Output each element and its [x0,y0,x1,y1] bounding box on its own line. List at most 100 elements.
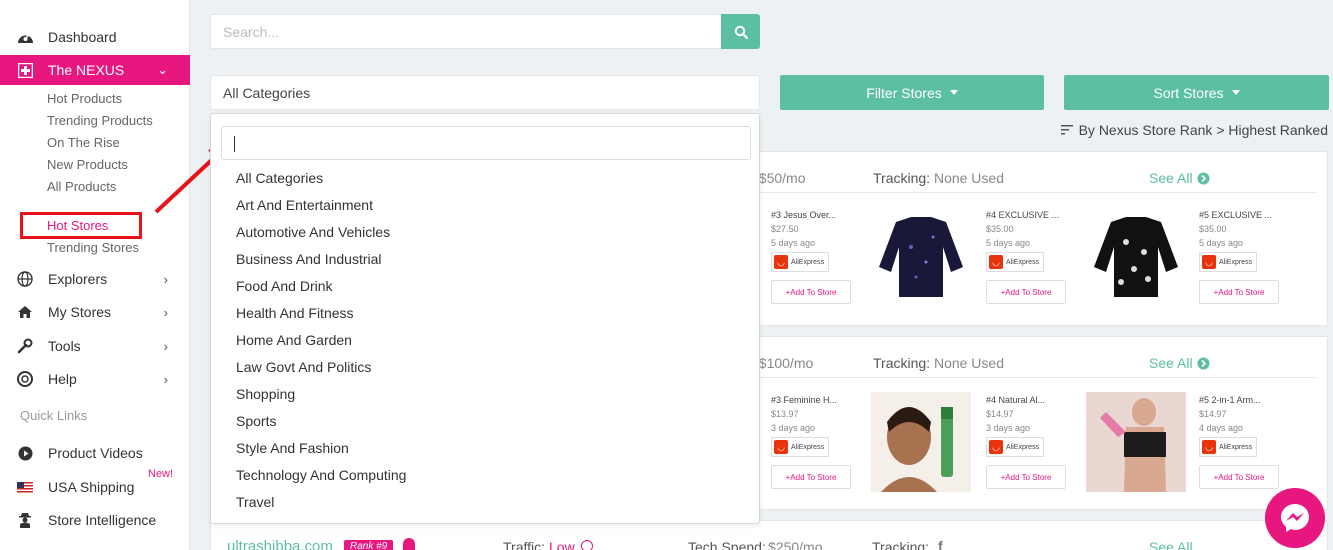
sub-on-the-rise[interactable]: On The Rise [47,134,120,152]
category-option[interactable]: Automotive And Vehicles [236,222,390,242]
nav-product-videos[interactable]: Product Videos [0,438,190,468]
nav-label: The NEXUS [48,62,125,78]
aliexpress-icon: ◡ [1202,440,1216,454]
add-to-store-button[interactable]: + Add To Store [1199,280,1279,304]
nav-help[interactable]: Help › [0,364,190,394]
category-option[interactable]: Shopping [236,384,295,404]
category-option[interactable]: Home And Garden [236,330,352,350]
search-input[interactable]: Search... [210,14,722,49]
add-to-store-button[interactable]: + Add To Store [771,280,851,304]
category-option[interactable]: Art And Entertainment [236,195,373,215]
nav-store-intelligence[interactable]: Store Intelligence [0,505,190,535]
see-all-link[interactable]: See All [1149,170,1210,186]
nav-usa-shipping[interactable]: USA Shipping [0,472,190,502]
home-icon [16,303,34,321]
sub-trending-products[interactable]: Trending Products [47,112,153,130]
store-card-partial: ultrashibba.com Rank #9 Traffic: Low Tec… [210,520,1328,550]
aliexpress-badge: ◡ AliExpress [1199,437,1257,457]
category-filter-input[interactable] [221,126,751,160]
product-date: 3 days ago [986,423,1031,433]
info-icon[interactable] [581,540,593,550]
product-image[interactable] [1086,392,1186,492]
aliexpress-badge: ◡ AliExpress [986,437,1044,457]
tech-spend-label: Tech Spend: [688,539,766,550]
see-all-link[interactable]: See All [1149,355,1210,371]
search-icon [734,25,748,39]
nav-tools[interactable]: Tools › [0,331,190,361]
add-to-store-button[interactable]: + Add To Store [1199,465,1279,489]
product-name: #5 2-in-1 Arm... [1199,395,1261,405]
category-option[interactable]: Law Govt And Politics [236,357,371,377]
add-to-store-button[interactable]: + Add To Store [771,465,851,489]
sub-hot-stores[interactable]: Hot Stores [47,217,108,235]
messenger-icon [1281,504,1309,532]
sort-stores-button[interactable]: Sort Stores [1064,75,1329,110]
product-item: #5 2-in-1 Arm... $14.97 4 days ago ◡ AliE… [1199,395,1309,489]
sub-trending-stores[interactable]: Trending Stores [47,239,139,257]
search-button[interactable] [721,14,760,49]
messenger-button[interactable] [1265,488,1325,548]
product-price: $27.50 [771,224,799,234]
category-select[interactable]: All Categories [210,75,760,110]
sort-indicator: By Nexus Store Rank > Highest Ranked [1060,122,1328,138]
filter-stores-label: Filter Stores [866,84,942,101]
nav-explorers[interactable]: Explorers › [0,264,190,294]
product-date: 4 days ago [1199,423,1244,433]
category-option[interactable]: Travel [236,492,274,512]
sort-text: By Nexus Store Rank > Highest Ranked [1078,122,1328,138]
sub-new-products[interactable]: New Products [47,156,128,174]
nav-the-nexus[interactable]: The NEXUS ⌄ [0,55,190,85]
aliexpress-icon: ◡ [774,255,788,269]
product-name: #4 EXCLUSIVE ... [986,210,1060,220]
category-option[interactable]: Technology And Computing [236,465,406,485]
category-option[interactable]: Health And Fitness [236,303,354,323]
aliexpress-icon: ◡ [1202,255,1216,269]
nav-label: Store Intelligence [48,512,157,528]
arrow-circle-icon [1197,357,1210,369]
chevron-right-icon: › [163,271,168,287]
tech-spend-value: $250/mo [768,539,823,550]
aliexpress-icon: ◡ [989,255,1003,269]
nav-label: Explorers [48,271,108,287]
category-option[interactable]: All Categories [236,168,323,188]
traffic-label: Traffic: [503,539,546,550]
product-name: #3 Jesus Over... [771,210,837,220]
aliexpress-badge: ◡ AliExpress [771,437,829,457]
product-price: $35.00 [1199,224,1227,234]
facebook-icon: f [938,538,943,550]
ad-spend: : $100/mo [751,355,814,371]
nav-my-stores[interactable]: My Stores › [0,297,190,327]
quick-links-heading: Quick Links [20,408,88,423]
add-to-store-button[interactable]: + Add To Store [986,465,1066,489]
wrench-icon [16,337,34,355]
aliexpress-badge: ◡ AliExpress [771,252,829,272]
chevron-right-icon: › [163,371,168,387]
sub-all-products[interactable]: All Products [47,178,116,196]
store-link[interactable]: ultrashibba.com [227,538,333,550]
lifebuoy-icon [16,370,34,388]
aliexpress-badge: ◡ AliExpress [986,252,1044,272]
see-all-link[interactable]: See All [1149,539,1193,550]
category-dropdown: All Categories Art And Entertainment Aut… [210,113,760,524]
aliexpress-badge: ◡ AliExpress [1199,252,1257,272]
product-price: $14.97 [986,409,1014,419]
product-image[interactable] [871,392,971,492]
add-to-store-button[interactable]: + Add To Store [986,280,1066,304]
product-name: #3 Feminine H... [771,395,838,405]
category-option[interactable]: Sports [236,411,276,431]
dashboard-icon [16,28,34,46]
product-name: #5 EXCLUSIVE ... [1199,210,1273,220]
category-option[interactable]: Food And Drink [236,276,333,296]
sub-hot-products[interactable]: Hot Products [47,90,122,108]
product-name: #4 Natural Al... [986,395,1046,405]
category-option[interactable]: Style And Fashion [236,438,349,458]
play-icon [16,444,34,462]
category-option[interactable]: Business And Industrial [236,249,382,269]
filter-stores-button[interactable]: Filter Stores [780,75,1044,110]
traffic-value: Low [549,539,575,550]
product-image[interactable] [1086,207,1186,307]
chevron-right-icon: › [163,304,168,320]
product-image[interactable] [871,207,971,307]
product-item: #4 Natural Al... $14.97 3 days ago ◡ AliE… [986,395,1096,489]
nav-dashboard[interactable]: Dashboard [0,22,190,52]
